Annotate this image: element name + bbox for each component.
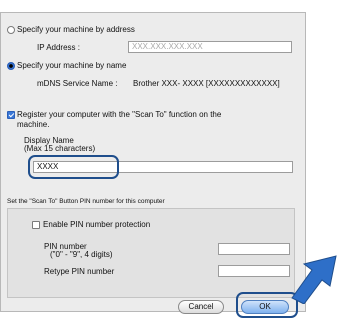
- ip-address-input[interactable]: XXX.XXX.XXX.XXX: [128, 41, 292, 53]
- register-label-line2[interactable]: machine.: [17, 120, 49, 129]
- pin-number-input[interactable]: [218, 243, 290, 255]
- ok-button-highlight: [236, 292, 298, 318]
- mdns-service-value: Brother XXX- XXXX [XXXXXXXXXXXXX]: [133, 79, 280, 88]
- cancel-button[interactable]: Cancel: [178, 300, 224, 314]
- retype-pin-input[interactable]: [218, 265, 290, 277]
- scanner-settings-dialog: Specify your machine by address IP Addre…: [0, 12, 306, 312]
- mdns-service-label: mDNS Service Name :: [37, 79, 118, 88]
- pin-section-title: Set the "Scan To" Button PIN number for …: [7, 198, 165, 205]
- address-radio[interactable]: [7, 26, 15, 34]
- pointer-arrow-icon: [291, 255, 337, 304]
- name-radio[interactable]: [7, 62, 15, 70]
- display-name-hint: (Max 15 characters): [24, 144, 96, 153]
- pin-group-box: Enable PIN number protection PIN number …: [7, 208, 295, 298]
- register-checkbox[interactable]: [7, 111, 15, 119]
- display-name-highlight: [28, 155, 119, 179]
- address-radio-label[interactable]: Specify your machine by address: [17, 25, 135, 34]
- enable-pin-checkbox[interactable]: [32, 221, 40, 229]
- register-label-line1[interactable]: Register your computer with the "Scan To…: [17, 110, 221, 119]
- ip-address-label: IP Address :: [37, 43, 80, 52]
- pin-number-hint: ("0" - "9", 4 digits): [50, 250, 113, 259]
- retype-pin-label: Retype PIN number: [44, 267, 115, 276]
- name-radio-label[interactable]: Specify your machine by name: [17, 61, 126, 70]
- enable-pin-label[interactable]: Enable PIN number protection: [43, 220, 150, 229]
